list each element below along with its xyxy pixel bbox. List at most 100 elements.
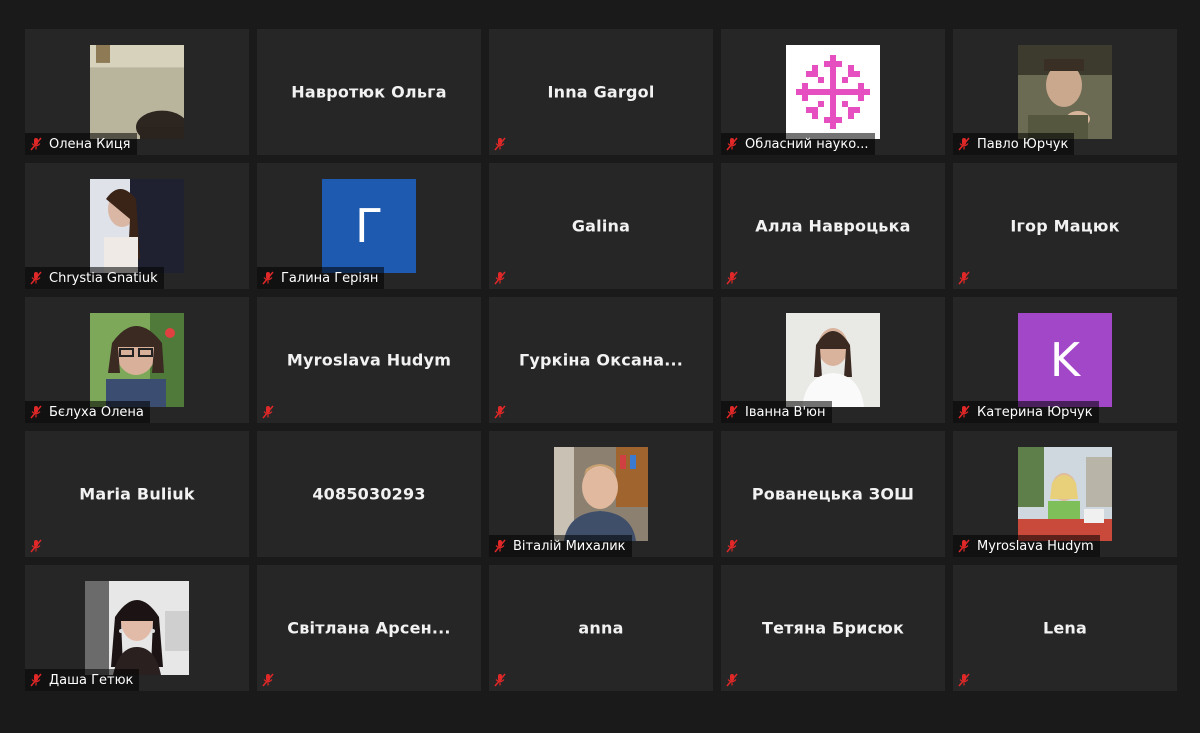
participant-tile[interactable]: Гуркіна Оксана... <box>489 297 713 423</box>
participant-name: Катерина Юрчук <box>977 404 1093 420</box>
participant-name: Бєлуха Олена <box>49 404 144 420</box>
participant-tile[interactable]: Maria Buliuk <box>25 431 249 557</box>
participant-tile[interactable]: Обласний науко... <box>721 29 945 155</box>
participant-name: Обласний науко... <box>745 136 869 152</box>
participant-tile[interactable]: Galina <box>489 163 713 289</box>
participant-video <box>90 313 184 407</box>
microphone-muted-icon[interactable] <box>957 405 971 419</box>
name-label: Віталій Михалик <box>489 535 632 557</box>
microphone-muted-icon[interactable] <box>493 271 507 285</box>
participant-tile[interactable]: Lena <box>953 565 1177 691</box>
microphone-muted-icon[interactable] <box>957 539 971 553</box>
participant-tile[interactable]: Тетяна Брисюк <box>721 565 945 691</box>
name-label <box>257 669 279 691</box>
name-label <box>721 535 743 557</box>
name-label: Myroslava Hudym <box>953 535 1100 557</box>
name-label: Chrystia Gnatiuk <box>25 267 164 289</box>
participant-tile[interactable]: Inna Gargol <box>489 29 713 155</box>
participant-tile[interactable]: 4085030293 <box>257 431 481 557</box>
participant-name: Chrystia Gnatiuk <box>49 270 158 286</box>
participant-video <box>1018 45 1112 139</box>
name-label <box>953 669 975 691</box>
participant-tile[interactable]: Іванна В'юн <box>721 297 945 423</box>
participant-tile[interactable]: Myroslava Hudym <box>953 431 1177 557</box>
participant-tile[interactable]: Навротюк Ольга <box>257 29 481 155</box>
participant-tile[interactable]: Myroslava Hudym <box>257 297 481 423</box>
participant-tile[interactable]: Г Галина Геріян <box>257 163 481 289</box>
participant-tile[interactable]: Олена Киця <box>25 29 249 155</box>
microphone-muted-icon[interactable] <box>493 137 507 151</box>
participant-name: Galina <box>571 216 631 236</box>
participant-name: anna <box>578 618 624 638</box>
microphone-muted-icon[interactable] <box>261 673 275 687</box>
participant-video <box>85 581 189 675</box>
microphone-muted-icon[interactable] <box>493 673 507 687</box>
participant-tile[interactable]: Ігор Мацюк <box>953 163 1177 289</box>
participant-tile[interactable]: K Катерина Юрчук <box>953 297 1177 423</box>
microphone-muted-icon[interactable] <box>725 673 739 687</box>
name-label <box>721 669 743 691</box>
participant-name: Віталій Михалик <box>513 538 626 554</box>
participant-name: Даша Гетюк <box>49 672 134 688</box>
participant-name: Павло Юрчук <box>977 136 1069 152</box>
participant-video <box>554 447 648 541</box>
participant-name: Олена Киця <box>49 136 131 152</box>
microphone-muted-icon[interactable] <box>29 539 43 553</box>
name-label: Бєлуха Олена <box>25 401 150 423</box>
name-label <box>489 669 511 691</box>
name-label: Обласний науко... <box>721 133 875 155</box>
microphone-muted-icon[interactable] <box>725 539 739 553</box>
microphone-muted-icon[interactable] <box>957 271 971 285</box>
participant-video <box>786 313 880 407</box>
participant-name: Рованецька ЗОШ <box>751 484 915 504</box>
participant-name: Алла Навроцька <box>755 216 911 236</box>
participant-video <box>90 179 184 273</box>
participant-name: Ігор Мацюк <box>1010 216 1120 236</box>
participant-name: Maria Buliuk <box>79 484 195 504</box>
participant-tile[interactable]: Даша Гетюк <box>25 565 249 691</box>
name-label <box>257 401 279 423</box>
participant-video <box>1018 447 1112 541</box>
participant-tile[interactable]: anna <box>489 565 713 691</box>
avatar: K <box>1018 313 1112 407</box>
participant-tile[interactable]: Світлана Арсен... <box>257 565 481 691</box>
participant-name: Іванна В'юн <box>745 404 826 420</box>
microphone-muted-icon[interactable] <box>725 137 739 151</box>
ornament-avatar <box>786 45 880 139</box>
microphone-muted-icon[interactable] <box>29 405 43 419</box>
participant-name: Навротюк Ольга <box>291 82 447 102</box>
participant-name: Myroslava Hudym <box>286 350 452 370</box>
name-label: Галина Геріян <box>257 267 385 289</box>
name-label <box>489 401 511 423</box>
gallery-grid: Олена Киця Навротюк Ольга Inna Gargol Об… <box>25 29 1179 691</box>
name-label: Катерина Юрчук <box>953 401 1099 423</box>
microphone-muted-icon[interactable] <box>957 673 971 687</box>
microphone-muted-icon[interactable] <box>725 271 739 285</box>
participant-video <box>90 45 184 139</box>
participant-name: 4085030293 <box>312 484 426 504</box>
microphone-muted-icon[interactable] <box>493 539 507 553</box>
participant-tile[interactable]: Бєлуха Олена <box>25 297 249 423</box>
participant-tile[interactable]: Алла Навроцька <box>721 163 945 289</box>
microphone-muted-icon[interactable] <box>29 137 43 151</box>
name-label: Іванна В'юн <box>721 401 832 423</box>
microphone-muted-icon[interactable] <box>29 673 43 687</box>
participant-name: Inna Gargol <box>547 82 655 102</box>
microphone-muted-icon[interactable] <box>29 271 43 285</box>
name-label <box>25 535 47 557</box>
microphone-muted-icon[interactable] <box>957 137 971 151</box>
name-label <box>953 267 975 289</box>
microphone-muted-icon[interactable] <box>261 271 275 285</box>
participant-name: Галина Геріян <box>281 270 379 286</box>
avatar: Г <box>322 179 416 273</box>
name-label <box>489 133 511 155</box>
participant-tile[interactable]: Chrystia Gnatiuk <box>25 163 249 289</box>
name-label: Даша Гетюк <box>25 669 140 691</box>
microphone-muted-icon[interactable] <box>493 405 507 419</box>
participant-tile[interactable]: Віталій Михалик <box>489 431 713 557</box>
microphone-muted-icon[interactable] <box>725 405 739 419</box>
microphone-muted-icon[interactable] <box>261 405 275 419</box>
participant-tile[interactable]: Павло Юрчук <box>953 29 1177 155</box>
participant-tile[interactable]: Рованецька ЗОШ <box>721 431 945 557</box>
participant-name: Lena <box>1042 618 1088 638</box>
